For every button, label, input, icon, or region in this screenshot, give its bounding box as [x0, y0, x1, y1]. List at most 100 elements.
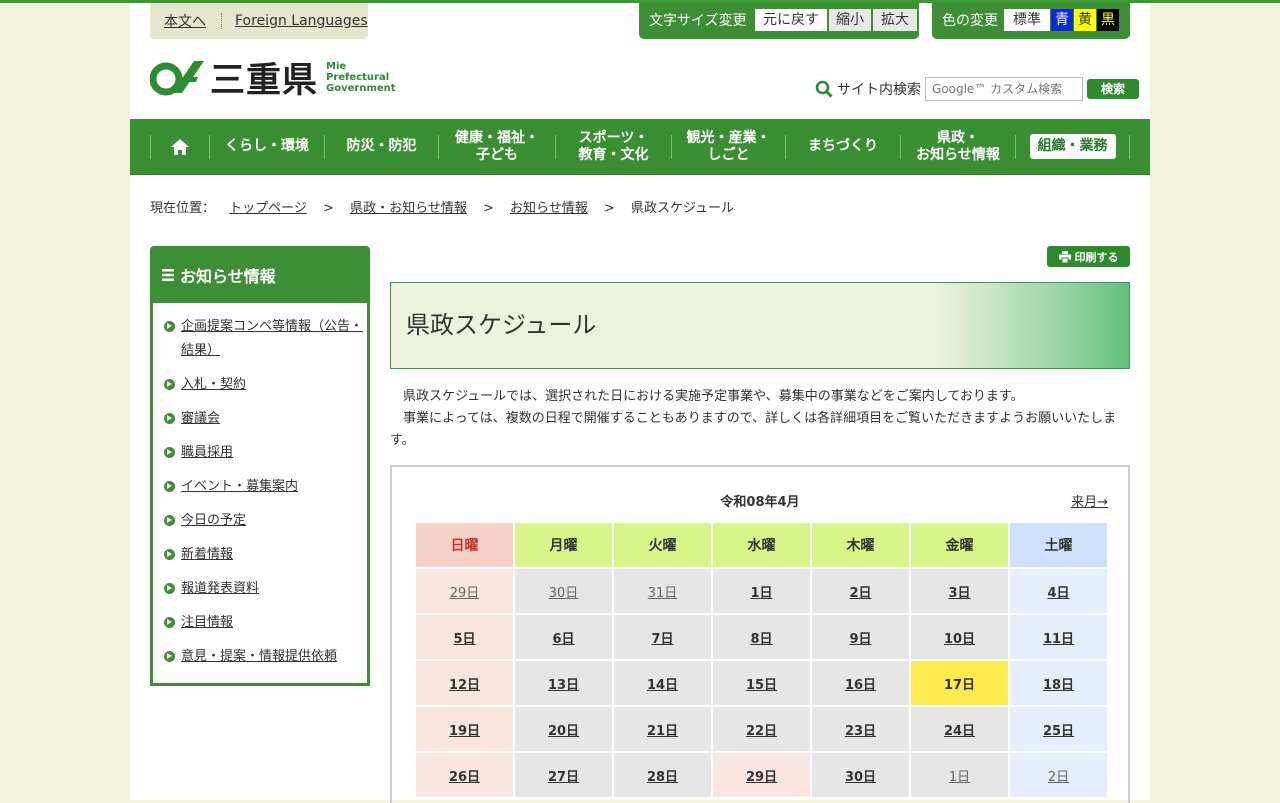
- nav-item-bousai[interactable]: 防災・防犯: [325, 119, 438, 174]
- sidebar-link-press[interactable]: 報道発表資料: [181, 581, 259, 596]
- skip-to-content-link[interactable]: 本文へ: [164, 11, 206, 31]
- next-month-link[interactable]: 来月→: [1071, 491, 1108, 510]
- day-link[interactable]: 7日: [651, 632, 673, 647]
- font-size-switcher: 文字サイズ変更 元に戻す 縮小 拡大: [639, 3, 919, 39]
- weekday-header-thu: 木曜: [812, 523, 909, 567]
- nav-item-kurashi[interactable]: くらし・環境: [210, 119, 324, 174]
- day-link[interactable]: 26日: [449, 770, 480, 785]
- print-label: 印刷する: [1074, 250, 1119, 264]
- divider: [221, 13, 222, 29]
- nav-item-machizukuri[interactable]: まちづくり: [786, 119, 900, 174]
- calendar-day: 1日: [713, 569, 810, 613]
- day-link[interactable]: 30日: [549, 586, 579, 601]
- day-link[interactable]: 11日: [1043, 632, 1074, 647]
- day-link[interactable]: 18日: [1043, 678, 1074, 693]
- page-container: 本文へ Foreign Languages 文字サイズ変更 元に戻す 縮小 拡大…: [130, 3, 1150, 803]
- day-link[interactable]: 8日: [750, 632, 772, 647]
- day-link[interactable]: 19日: [449, 724, 480, 739]
- day-link[interactable]: 16日: [845, 678, 876, 693]
- day-link[interactable]: 3日: [948, 586, 970, 601]
- day-link[interactable]: 2日: [849, 586, 871, 601]
- font-larger-button[interactable]: 拡大: [873, 9, 917, 31]
- calendar-day: 4日: [1010, 569, 1107, 613]
- nav-item-kankou[interactable]: 観光・産業・ しごと: [672, 119, 785, 174]
- day-link[interactable]: 29日: [450, 586, 480, 601]
- breadcrumb-prefix: 現在位置：: [150, 201, 216, 216]
- nav-home[interactable]: [151, 119, 209, 174]
- sidebar-link-shingikai[interactable]: 審議会: [181, 411, 220, 426]
- calendar-day: 14日: [614, 661, 711, 705]
- calendar-month: 令和08年4月: [720, 495, 800, 510]
- calendar-day: 12日: [416, 661, 513, 705]
- font-reset-button[interactable]: 元に戻す: [755, 9, 827, 31]
- breadcrumb-link-top[interactable]: トップページ: [229, 201, 307, 216]
- arrow-right-icon: [164, 481, 175, 492]
- day-link[interactable]: 15日: [746, 678, 777, 693]
- day-link[interactable]: 12日: [449, 678, 480, 693]
- color-blue-button[interactable]: 青: [1051, 9, 1073, 31]
- sidebar-link-today[interactable]: 今日の予定: [181, 513, 246, 528]
- day-link[interactable]: 25日: [1043, 724, 1074, 739]
- font-smaller-button[interactable]: 縮小: [829, 9, 871, 31]
- weekday-header-sat: 土曜: [1010, 523, 1107, 567]
- logo-kanji: 三重県: [210, 59, 319, 101]
- nav-item-kensei[interactable]: 県政・ お知らせ情報: [901, 119, 1015, 174]
- calendar-day: 30日: [515, 569, 612, 613]
- day-link[interactable]: 9日: [849, 632, 871, 647]
- day-link[interactable]: 22日: [746, 724, 777, 739]
- sidebar-link-saiyou[interactable]: 職員採用: [181, 445, 233, 460]
- foreign-languages-link[interactable]: Foreign Languages: [235, 13, 368, 29]
- day-link[interactable]: 5日: [453, 632, 475, 647]
- calendar-day: 21日: [614, 707, 711, 751]
- sidebar-link-iken[interactable]: 意見・提案・情報提供依頼: [181, 649, 337, 664]
- search-icon: [815, 80, 833, 98]
- sidebar-link-chumoku[interactable]: 注目情報: [181, 615, 233, 630]
- calendar-day: 1日: [911, 753, 1008, 797]
- print-button[interactable]: 印刷する: [1047, 246, 1130, 267]
- nav-item-soshiki[interactable]: 組織・業務: [1016, 119, 1129, 174]
- day-link[interactable]: 30日: [845, 770, 876, 785]
- calendar-day: 30日: [812, 753, 909, 797]
- calendar-day: 8日: [713, 615, 810, 659]
- color-switcher: 色の変更 標準 青 黄 黒: [932, 3, 1130, 39]
- sidebar-link-nyusatsu[interactable]: 入札・契約: [181, 377, 246, 392]
- color-black-button[interactable]: 黒: [1097, 9, 1119, 31]
- day-link[interactable]: 31日: [648, 586, 678, 601]
- day-link[interactable]: 10日: [944, 632, 975, 647]
- search-button[interactable]: 検索: [1087, 79, 1139, 99]
- weekday-header-wed: 水曜: [713, 523, 810, 567]
- arrow-right-icon: [164, 321, 175, 332]
- sidebar-link-kikaku[interactable]: 企画提案コンペ等情報（公告・結果）: [181, 319, 363, 358]
- sidebar-link-event[interactable]: イベント・募集案内: [181, 479, 298, 494]
- sidebar-item: 報道発表資料: [153, 577, 367, 601]
- calendar-day-holiday: 29日: [713, 753, 810, 797]
- day-link[interactable]: 2日: [1048, 770, 1069, 785]
- site-logo[interactable]: 三重県 Mie Prefectural Government: [150, 55, 396, 101]
- day-link[interactable]: 24日: [944, 724, 975, 739]
- day-link[interactable]: 14日: [647, 678, 678, 693]
- color-yellow-button[interactable]: 黄: [1074, 9, 1096, 31]
- sidebar-link-new[interactable]: 新着情報: [181, 547, 233, 562]
- nav-item-sports[interactable]: スポーツ・ 教育・文化: [556, 119, 671, 174]
- day-link[interactable]: 4日: [1047, 586, 1069, 601]
- day-link[interactable]: 21日: [647, 724, 678, 739]
- day-link[interactable]: 20日: [548, 724, 579, 739]
- day-link[interactable]: 28日: [647, 770, 678, 785]
- day-link[interactable]: 23日: [845, 724, 876, 739]
- day-link[interactable]: 29日: [746, 770, 777, 785]
- calendar-week-row: 5日 6日 7日 8日 9日 10日 11日: [416, 615, 1107, 659]
- calendar-week-row: 12日 13日 14日 15日 16日 17日 18日: [416, 661, 1107, 705]
- logo-en-line2: Prefectural: [326, 71, 390, 83]
- search-input[interactable]: [925, 77, 1083, 101]
- breadcrumb-link-oshirase[interactable]: お知らせ情報: [510, 201, 588, 216]
- day-link[interactable]: 1日: [750, 586, 772, 601]
- day-link[interactable]: 1日: [949, 770, 970, 785]
- day-link[interactable]: 13日: [548, 678, 579, 693]
- day-link[interactable]: 6日: [552, 632, 574, 647]
- day-link[interactable]: 27日: [548, 770, 579, 785]
- color-standard-button[interactable]: 標準: [1004, 9, 1050, 31]
- logo-english: Mie Prefectural Government: [326, 61, 396, 94]
- nav-item-kenkou[interactable]: 健康・福祉・ 子ども: [439, 119, 555, 174]
- calendar-week-row: 19日 20日 21日 22日 23日 24日 25日: [416, 707, 1107, 751]
- breadcrumb-link-kensei[interactable]: 県政・お知らせ情報: [350, 201, 467, 216]
